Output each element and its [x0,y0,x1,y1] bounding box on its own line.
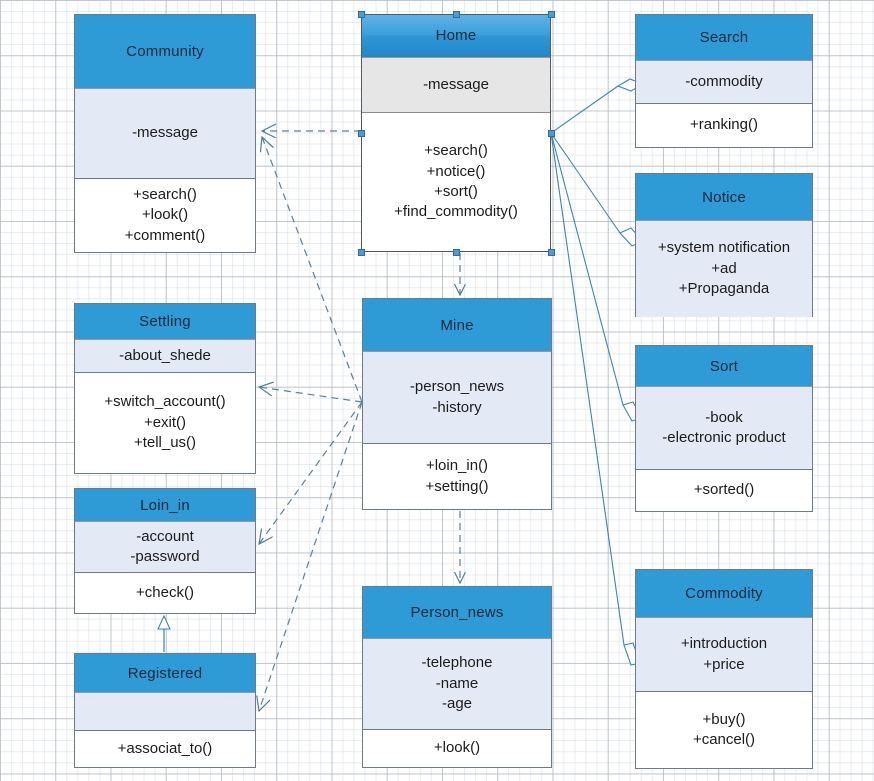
attribute-row: -commodity [685,72,763,90]
attribute-row: -electronic product [662,429,786,446]
class-attributes-commodity: +introduction +price [636,617,812,692]
class-title-loin-in: Loin_in [75,489,255,521]
edge-mine-community [262,137,363,403]
attribute-row: +ad [711,259,737,277]
operation-row: +look() [433,739,481,757]
class-title-home: Home [362,15,550,57]
selection-handle[interactable] [358,130,365,137]
class-box-mine[interactable]: Mine -person_news -history +loin_in() +s… [362,298,552,510]
operation-row: +comment() [124,226,206,244]
class-box-registered[interactable]: Registered +associat_to() [74,653,256,768]
class-box-sort[interactable]: Sort -book -electronic product +sorted() [635,345,813,512]
edge-home-sort [550,132,643,422]
operation-row: +sorted() [693,481,755,499]
operation-row: +look() [141,206,189,224]
class-title-person-news: Person_news [363,587,551,638]
class-attributes-settling: -about_shede [75,339,255,373]
class-attributes-search: -commodity [636,60,812,104]
class-attributes-home: -message [362,57,550,113]
class-title-notice: Notice [636,174,812,220]
edge-home-commodity [550,132,641,666]
selection-handle[interactable] [453,249,460,256]
attribute-row: +Propaganda [678,280,770,298]
operation-row: +find_commodity() [394,203,518,221]
selection-handle[interactable] [453,11,460,18]
attribute-row: +system notification [657,239,791,257]
attribute-row: -message [423,75,489,93]
operation-row: +notice() [426,162,486,180]
class-attributes-registered [75,692,255,731]
operation-row: +buy() [702,710,746,728]
edge-mine-settling [259,387,363,403]
class-operations-mine: +loin_in() +setting() [363,444,551,509]
class-attributes-loin-in: -account -password [75,521,255,573]
class-box-settling[interactable]: Settling -about_shede +switch_account() … [74,303,256,474]
edge-home-search [550,78,645,134]
class-box-community[interactable]: Community -message +search() +look() +co… [74,14,256,253]
class-operations-person-news: +look() [363,730,551,767]
class-operations-settling: +switch_account() +exit() +tell_us() [75,373,255,473]
class-operations-community: +search() +look() +comment() [75,179,255,252]
class-box-search[interactable]: Search -commodity +ranking() [635,14,813,148]
diagram-canvas[interactable]: Community -message +search() +look() +co… [0,0,874,781]
attribute-row: +introduction [680,635,768,653]
operation-row: +switch_account() [104,393,226,411]
attribute-row: -book [705,408,743,426]
operation-row: +cancel() [692,731,756,748]
class-operations-search: +ranking() [636,104,812,147]
class-attributes-person-news: -telephone -name -age [363,638,551,730]
class-operations-commodity: +buy() +cancel() [636,692,812,768]
selection-handle[interactable] [358,249,365,256]
class-operations-home: +search() +notice() +sort() +find_commod… [362,113,550,251]
class-box-commodity[interactable]: Commodity +introduction +price +buy() +c… [635,569,813,769]
class-box-notice[interactable]: Notice +system notification +ad +Propaga… [635,173,813,317]
class-title-mine: Mine [363,299,551,351]
edge-mine-registered [259,401,363,711]
operation-row: +search() [133,185,197,203]
operation-row: +search() [424,142,488,160]
class-box-person-news[interactable]: Person_news -telephone -name -age +look(… [362,586,552,768]
class-title-community: Community [75,15,255,88]
attribute-row: -password [130,548,200,565]
attribute-row: -person_news [409,378,505,396]
attribute-row: -account [136,527,194,545]
class-box-loin-in[interactable]: Loin_in -account -password +check() [74,488,256,614]
class-attributes-sort: -book -electronic product [636,386,812,470]
class-operations-sort: +sorted() [636,470,812,511]
selection-handle[interactable] [358,11,365,18]
class-title-sort: Sort [636,346,812,386]
class-attributes-mine: -person_news -history [363,351,551,444]
class-title-search: Search [636,15,812,60]
class-operations-registered: +associat_to() [75,731,255,767]
class-operations-loin-in: +check() [75,573,255,613]
attribute-row: -age [441,695,473,713]
operation-row: +sort() [434,183,478,200]
attribute-row: +price [703,655,745,673]
attribute-row: -message [132,124,198,142]
operation-row: +check() [136,583,194,601]
operation-row: +associat_to() [117,739,213,757]
operation-row: +loin_in() [425,457,489,475]
class-attributes-community: -message [75,88,255,179]
edge-home-notice [550,132,644,247]
selection-handle[interactable] [548,130,555,137]
class-title-registered: Registered [75,654,255,692]
operation-row: +exit() [143,413,187,431]
attribute-row: -about_shede [119,346,211,364]
attribute-row: -history [432,398,482,416]
class-attributes-notice: +system notification +ad +Propaganda [636,220,812,317]
attribute-row: -name [435,674,479,692]
class-box-home[interactable]: Home -message +search() +notice() +sort(… [361,14,551,252]
edge-mine-loin_in [259,401,363,544]
operation-row: +tell_us() [133,434,197,452]
selection-handle[interactable] [548,11,555,18]
operation-row: +setting() [425,477,489,495]
class-title-settling: Settling [75,304,255,339]
selection-handle[interactable] [548,249,555,256]
operation-row: +ranking() [690,116,758,134]
attribute-row: -telephone [421,654,493,672]
class-title-commodity: Commodity [636,570,812,617]
